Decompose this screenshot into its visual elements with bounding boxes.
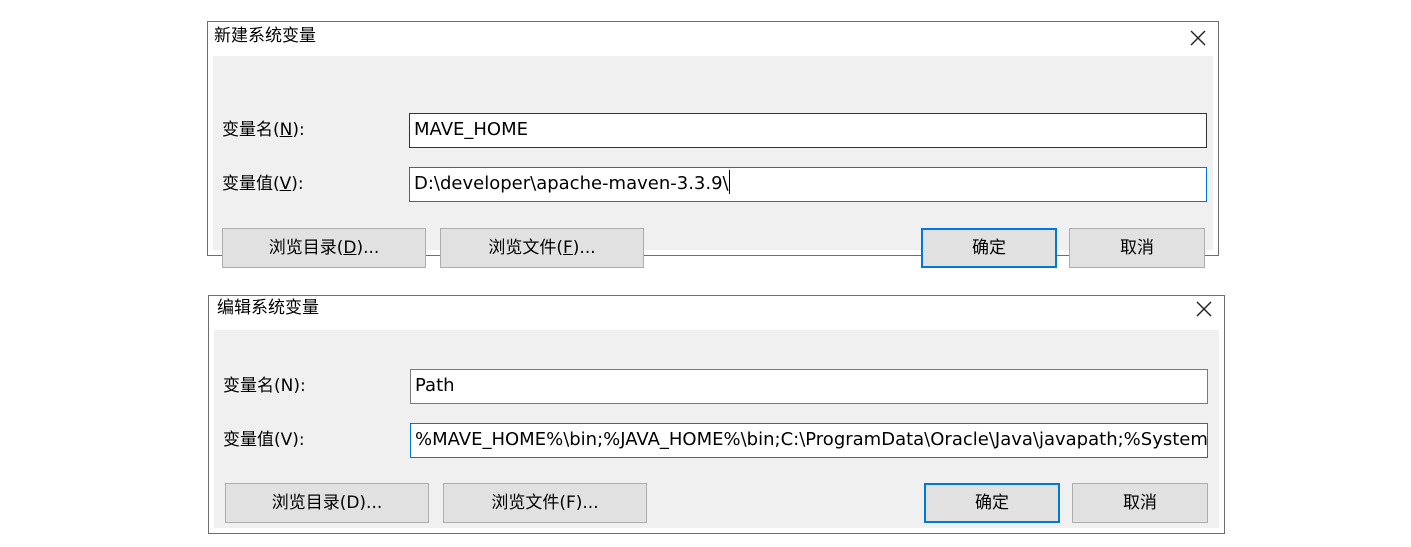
browse-directory-button[interactable]: 浏览目录(D)...	[222, 228, 426, 268]
variable-value-label: 变量值(V):	[222, 174, 304, 194]
close-button[interactable]	[1186, 26, 1210, 50]
close-button[interactable]	[1192, 297, 1216, 321]
browse-directory-button[interactable]: 浏览目录(D)...	[225, 483, 429, 523]
browse-file-button[interactable]: 浏览文件(F)...	[443, 483, 647, 523]
variable-name-label: 变量名(N):	[222, 120, 305, 140]
new-system-variable-dialog: 新建系统变量 变量名(N): MAVE_HOME 变量值(V): D:\deve…	[207, 21, 1219, 268]
titlebar: 新建系统变量	[208, 22, 1218, 54]
variable-name-input[interactable]: MAVE_HOME	[409, 113, 1207, 148]
close-icon	[1190, 30, 1206, 46]
dialog-body: 变量名(N): MAVE_HOME 变量值(V): D:\developer\a…	[213, 56, 1213, 268]
titlebar: 编辑系统变量	[209, 296, 1224, 328]
dialog-body: 变量名(N): Path 变量值(V): %MAVE_HOME%\bin;%JA…	[214, 330, 1219, 528]
variable-value-input[interactable]: %MAVE_HOME%\bin;%JAVA_HOME%\bin;C:\Progr…	[410, 423, 1208, 458]
close-icon	[1196, 301, 1212, 317]
ok-button[interactable]: 确定	[924, 483, 1060, 523]
text-caret	[728, 170, 730, 194]
cancel-button[interactable]: 取消	[1072, 483, 1208, 523]
variable-value-label: 变量值(V):	[223, 430, 305, 450]
variable-name-label: 变量名(N):	[223, 376, 306, 396]
edit-system-variable-dialog: 编辑系统变量 变量名(N): Path 变量值(V): %MAVE_HOME%\…	[208, 295, 1225, 534]
ok-button[interactable]: 确定	[921, 228, 1057, 268]
variable-value-input[interactable]: D:\developer\apache-maven-3.3.9\	[409, 167, 1207, 202]
variable-name-input[interactable]: Path	[410, 369, 1208, 404]
browse-file-button[interactable]: 浏览文件(F)...	[440, 228, 644, 268]
dialog-title: 新建系统变量	[214, 26, 316, 46]
cancel-button[interactable]: 取消	[1069, 228, 1205, 268]
dialog-title: 编辑系统变量	[217, 298, 319, 318]
